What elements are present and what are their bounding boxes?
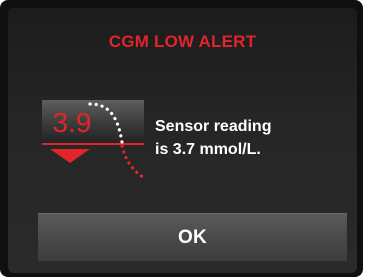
- message-line-2: is 3.7 mmol/L.: [155, 141, 261, 158]
- ok-button[interactable]: OK: [38, 213, 347, 261]
- ok-button-label: OK: [177, 226, 208, 248]
- message-line-1: Sensor reading: [155, 118, 272, 135]
- glucose-trend-curve-icon: [88, 102, 148, 181]
- alert-screen: CGM LOW ALERT 3.9 Sensor reading is 3.7 …: [8, 8, 357, 273]
- sensor-reading-message: Sensor reading is 3.7 mmol/L.: [155, 115, 335, 161]
- alert-title: CGM LOW ALERT: [108, 32, 257, 51]
- device-frame: CGM LOW ALERT 3.9 Sensor reading is 3.7 …: [0, 0, 363, 277]
